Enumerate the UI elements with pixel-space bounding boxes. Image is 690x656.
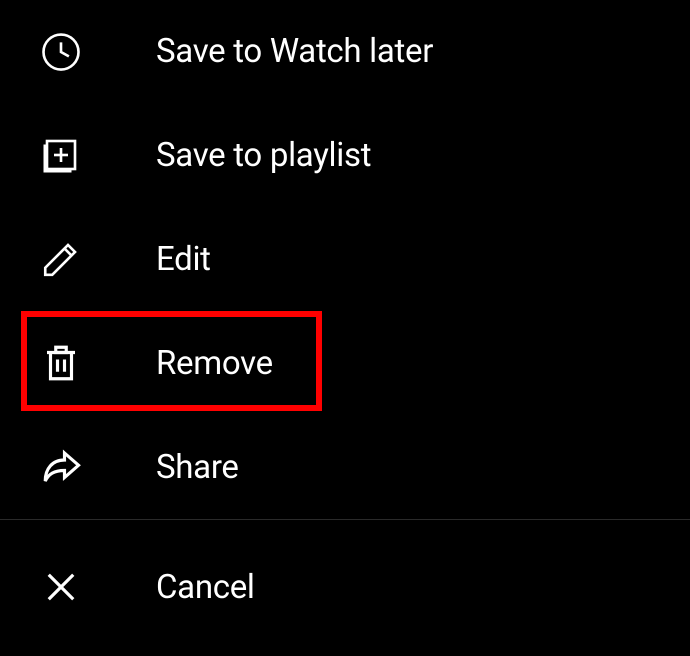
close-icon xyxy=(40,566,82,608)
trash-icon xyxy=(40,342,82,384)
pencil-icon xyxy=(40,238,82,280)
menu-item-cancel[interactable]: Cancel xyxy=(0,520,690,654)
menu-item-label: Save to Watch later xyxy=(156,32,433,71)
menu-item-label: Remove xyxy=(156,344,273,383)
clock-icon xyxy=(40,31,82,73)
menu-item-remove[interactable]: Remove xyxy=(0,311,690,415)
menu-item-share[interactable]: Share xyxy=(0,415,690,519)
menu-item-label: Edit xyxy=(156,240,211,279)
playlist-add-icon xyxy=(40,134,82,176)
menu-item-watch-later[interactable]: Save to Watch later xyxy=(0,0,690,103)
menu-item-edit[interactable]: Edit xyxy=(0,207,690,311)
menu-item-label: Save to playlist xyxy=(156,136,371,175)
menu-item-save-playlist[interactable]: Save to playlist xyxy=(0,103,690,207)
menu-item-label: Share xyxy=(156,448,239,487)
cancel-label: Cancel xyxy=(156,568,255,607)
context-menu: Save to Watch later Save to playlist Edi… xyxy=(0,0,690,656)
share-arrow-icon xyxy=(40,446,82,488)
